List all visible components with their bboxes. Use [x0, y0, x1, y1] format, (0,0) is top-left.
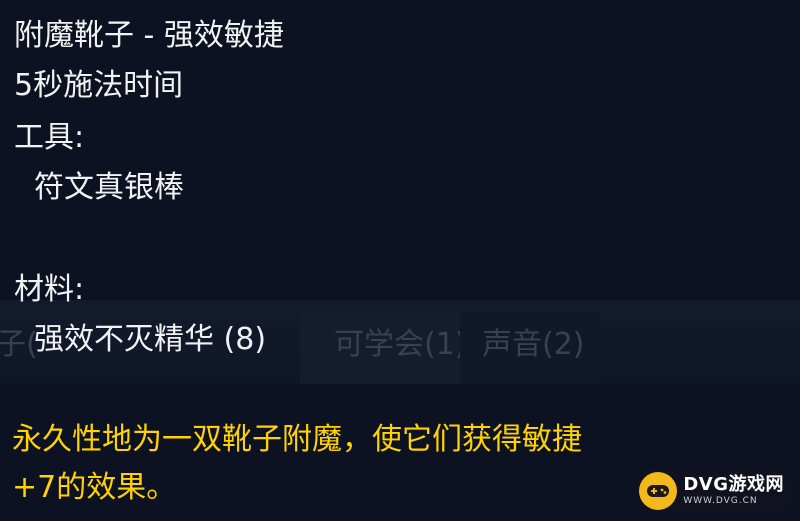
background-tab-sound[interactable]: 声音(2) [460, 312, 600, 384]
tooltip-title: 附魔靴子 - 强效敏捷 [14, 18, 284, 53]
tool-item: 符文真银棒 [34, 170, 184, 205]
description-line-1: 永久性地为一双靴子附魔，使它们获得敏捷 [12, 422, 582, 457]
cast-time: 5秒施法时间 [14, 68, 184, 103]
watermark-url: WWW.DVG.CN [683, 496, 758, 506]
description-line-2: +7的效果。 [12, 470, 177, 505]
spell-tooltip: 子( 可学会(1) 声音(2) 附魔靴子 - 强效敏捷 5秒施法时间 工具: 符… [0, 0, 800, 521]
gamepad-icon [639, 472, 678, 510]
tools-header: 工具: [14, 120, 85, 155]
watermark-logo: DVG游戏网 WWW.DVG.CN [635, 469, 794, 513]
materials-header: 材料: [14, 272, 85, 307]
background-tab-learnable[interactable]: 可学会(1) [300, 312, 467, 384]
material-item: 强效不灭精华 (8) [34, 322, 267, 357]
watermark-brand: DVG游戏网 [683, 474, 784, 495]
